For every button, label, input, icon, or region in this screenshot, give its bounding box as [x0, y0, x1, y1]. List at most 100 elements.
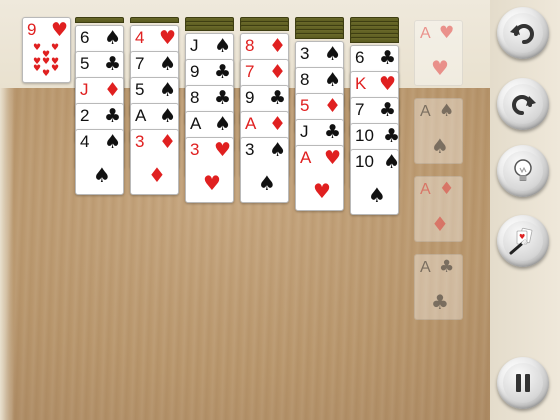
- tableau-card[interactable]: 3 ♠ ♠: [240, 137, 289, 203]
- card-rank: 10: [355, 152, 374, 171]
- foundation-center-suit: ♦: [431, 212, 449, 236]
- card-pip: ♥: [33, 64, 42, 74]
- facedown-card: [75, 17, 124, 23]
- card-rank: K: [355, 74, 367, 93]
- foundation-center-suit: ♥: [431, 56, 449, 80]
- card-rank: A: [190, 114, 202, 133]
- foundation-slot[interactable]: A ♠ ♠: [414, 98, 463, 164]
- hint-button[interactable]: [497, 145, 549, 197]
- foundation-slot[interactable]: A ♦ ♦: [414, 176, 463, 242]
- undo-arrow-icon: [510, 24, 534, 44]
- card-rank: 3: [245, 140, 255, 159]
- card-rank: 3: [135, 132, 145, 151]
- card-rank: J: [80, 80, 89, 99]
- card-center-suit: ♦: [148, 163, 166, 187]
- lightbulb-icon: [514, 159, 532, 181]
- card-pip: ♥: [42, 69, 51, 79]
- card-rank: A: [245, 114, 257, 133]
- card-rank: 5: [80, 54, 90, 73]
- card-pip: ♥: [51, 64, 60, 74]
- card-rank: A: [300, 148, 312, 167]
- pause-button[interactable]: [497, 357, 549, 409]
- card-suit: ♥: [214, 139, 232, 161]
- facedown-card: [240, 25, 289, 31]
- card-suit: ♣: [379, 99, 397, 121]
- foundation-rank: A: [420, 103, 431, 120]
- card-suit: ♣: [104, 53, 122, 75]
- tableau-card[interactable]: 3 ♥ ♥: [185, 137, 234, 203]
- tableau-card[interactable]: 4 ♠ ♠: [75, 129, 124, 195]
- card-suit: ♠: [324, 43, 342, 65]
- foundation-rank: A: [420, 25, 431, 42]
- card-rank: 4: [135, 28, 145, 47]
- card-suit: ♦: [159, 131, 177, 153]
- waste-card[interactable]: 9 ♥ ♥ ♥ ♥ ♥ ♥ ♥ ♥ ♥ ♥: [22, 17, 71, 83]
- undo-button[interactable]: [497, 7, 549, 59]
- card-suit: ♥: [379, 73, 397, 95]
- card-rank: 2: [80, 106, 90, 125]
- card-suit: ♦: [269, 113, 287, 135]
- foundation-rank: A: [420, 181, 431, 198]
- card-rank: 8: [245, 36, 255, 55]
- foundation-slot[interactable]: A ♣ ♣: [414, 254, 463, 320]
- card-pip: ♥: [33, 43, 42, 53]
- card-suit: ♦: [269, 61, 287, 83]
- card-suit: ♠: [214, 113, 232, 135]
- card-suit: ♦: [269, 35, 287, 57]
- card-suit: ♥: [324, 147, 342, 169]
- card-center-suit: ♠: [258, 171, 276, 195]
- card-suit: ♠: [159, 105, 177, 127]
- foundation-rank: A: [420, 259, 431, 276]
- card-rank: 6: [80, 28, 90, 47]
- card-center-suit: ♠: [368, 183, 386, 207]
- card-rank: J: [300, 122, 309, 141]
- card-suit: ♠: [214, 35, 232, 57]
- foundation-suit: ♥: [439, 23, 455, 43]
- card-suit: ♣: [379, 47, 397, 69]
- facedown-card: [295, 33, 344, 39]
- foundation-suit: ♣: [439, 257, 455, 277]
- left-edge: [0, 88, 14, 420]
- card-rank: J: [190, 36, 199, 55]
- tableau-card[interactable]: 10 ♠ ♠: [350, 149, 401, 215]
- card-rank: 9: [190, 62, 200, 81]
- foundation-center-suit: ♣: [431, 290, 449, 314]
- card-center-suit: ♠: [93, 163, 111, 187]
- foundation-suit: ♦: [439, 179, 455, 199]
- redo-button[interactable]: [497, 78, 549, 130]
- facedown-card: [130, 17, 179, 23]
- card-suit: ♠: [159, 53, 177, 75]
- card-suit: ♠: [104, 131, 122, 153]
- tableau-card[interactable]: 3 ♦ ♦: [130, 129, 179, 195]
- pause-icon: [516, 374, 530, 392]
- card-rank: 9: [245, 88, 255, 107]
- card-rank: 6: [355, 48, 365, 67]
- tableau-card[interactable]: A ♥ ♥: [295, 145, 344, 211]
- card-suit: ♦: [324, 95, 342, 117]
- card-suit: ♣: [214, 87, 232, 109]
- card-rank: 7: [355, 100, 365, 119]
- card-rank: 8: [300, 70, 310, 89]
- card-suit: ♥: [159, 27, 177, 49]
- redo-arrow-icon: [512, 95, 536, 115]
- card-rank: 10: [355, 126, 374, 145]
- card-center-suit: ♥: [313, 179, 331, 203]
- magic-wand-button[interactable]: ♥: [497, 215, 549, 267]
- card-suit: ♥: [51, 19, 69, 41]
- foundation-slot[interactable]: A ♥ ♥: [414, 20, 463, 86]
- card-suit: ♣: [324, 121, 342, 143]
- foundation-suit: ♠: [439, 101, 455, 121]
- card-center-suit: ♥: [203, 171, 221, 195]
- magic-wand-icon: ♥: [509, 227, 533, 255]
- card-rank: A: [135, 106, 147, 125]
- foundation-center-suit: ♠: [431, 134, 449, 158]
- card-suit: ♠: [383, 151, 401, 173]
- card-pip: ♥: [42, 57, 51, 67]
- card-suit: ♣: [104, 105, 122, 127]
- card-rank: 9: [27, 20, 37, 39]
- card-rank: 4: [80, 132, 90, 151]
- card-rank: 7: [135, 54, 145, 73]
- facedown-card: [185, 25, 234, 31]
- card-rank: 5: [300, 96, 310, 115]
- card-suit: ♦: [104, 79, 122, 101]
